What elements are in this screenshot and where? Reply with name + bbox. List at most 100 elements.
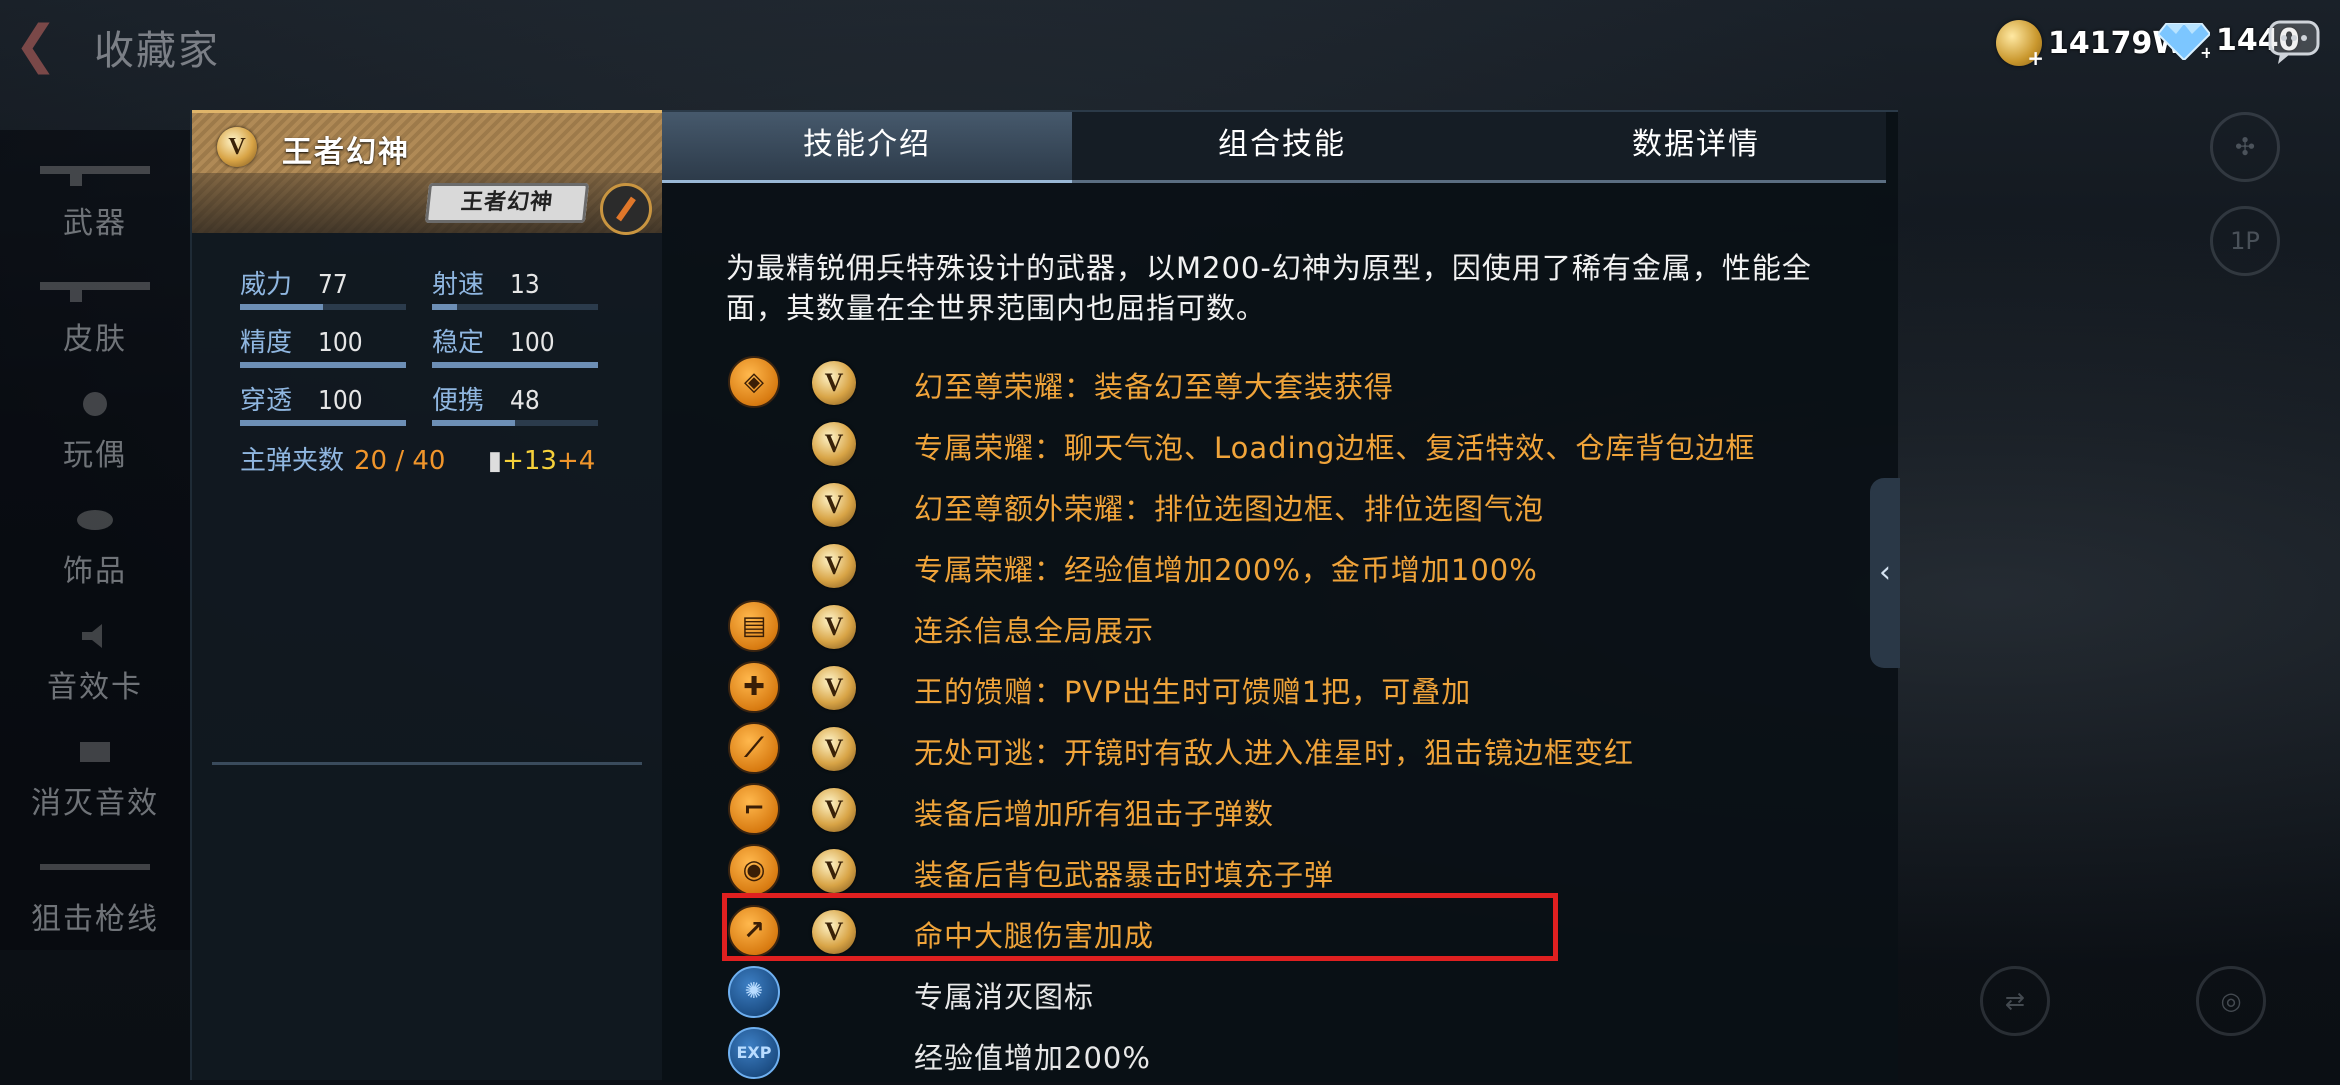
swap-icon[interactable]: ⇄ (1980, 966, 2050, 1036)
sidebar-item-skin[interactable]: 皮肤 (0, 256, 190, 366)
weapon-name: 王者幻神 (282, 135, 410, 170)
stat-pierce: 穿透 100 (240, 380, 406, 426)
stat-bar (432, 420, 598, 426)
ammo-bonus: +4 (556, 446, 596, 476)
sidebar-item-doll[interactable]: 玩偶 (0, 372, 190, 482)
stat-accuracy: 精度 100 (240, 322, 406, 368)
scope-icon: ⟋ (728, 722, 780, 774)
killfeed-icon: ▤ (728, 600, 780, 652)
sidebar-item-sound-card[interactable]: 音效卡 (0, 604, 190, 714)
page-title: 收藏家 (94, 28, 220, 74)
stat-stability: 稳定 100 (432, 322, 598, 368)
gift-icon: ✚ (728, 661, 780, 713)
ammo-count: 20 / 40 (354, 446, 446, 476)
v-rank-badge-icon (812, 849, 856, 893)
ammo-info: 主弹夹数 20 / 40 ▮+13+4 (240, 446, 596, 476)
skill-row: ◈ 幻至尊荣耀：装备幻至尊大套装获得 (728, 356, 1828, 414)
sidebar-item-label: 武器 (63, 206, 127, 241)
stat-bar (432, 362, 598, 368)
stat-bar (240, 304, 406, 310)
v-rank-badge-icon (812, 483, 856, 527)
bullet-icon: ▮ (487, 446, 503, 476)
speaker-icon (82, 624, 102, 648)
sidebar-item-label: 消灭音效 (31, 786, 159, 821)
sidebar-item-kill-sound[interactable]: 消灭音效 (0, 720, 190, 830)
skill-row: 幻至尊额外荣耀：排位选图边框、排位选图气泡 (728, 478, 1828, 536)
diamond-emblem-icon: ◈ (728, 356, 780, 408)
v-rank-badge-icon (812, 727, 856, 771)
skill-text: 幻至尊荣耀：装备幻至尊大套装获得 (914, 370, 1395, 404)
sidebar-item-accessory[interactable]: 饰品 (0, 488, 190, 598)
v-rank-badge-icon (812, 605, 856, 649)
weapon-mark-icon (600, 183, 652, 235)
bullet-refill-icon: ◉ (728, 844, 780, 896)
skill-row: ▤ 连杀信息全局展示 (728, 600, 1828, 658)
sidebar-item-label: 狙击枪线 (31, 902, 159, 937)
v-rank-badge-icon (812, 788, 856, 832)
player-view-button[interactable]: 1P (2210, 206, 2280, 276)
tab-skill-intro[interactable]: 技能介绍 (662, 112, 1072, 183)
v-rank-badge-icon (217, 127, 257, 167)
skill-text: 无处可逃：开镜时有敌人进入准星时，狙击镜边框变红 (914, 736, 1635, 770)
skill-row: ✺ 专属消灭图标 (728, 966, 1828, 1024)
pistol-icon: ⌐ (728, 783, 780, 835)
sidebar-item-label: 饰品 (63, 554, 127, 589)
sniper-icon (40, 864, 150, 870)
kill-mark-icon: ✺ (728, 966, 780, 1018)
top-bar: ❮ 收藏家 14179W + 1440 (0, 0, 2340, 95)
sidebar-item-label: 皮肤 (63, 322, 127, 357)
weapon-logo: 王者幻神 (424, 183, 590, 223)
stat-rate: 射速 13 (432, 264, 598, 310)
collapse-panel-button[interactable]: ‹ (1870, 478, 1900, 668)
skill-row: ✚ 王的馈赠：PVP出生时可馈赠1把，可叠加 (728, 661, 1828, 719)
chat-bubble-icon[interactable] (2266, 18, 2322, 64)
accessory-icon (77, 510, 113, 530)
skill-text: 装备后增加所有狙击子弹数 (914, 797, 1275, 831)
diamond-icon: + (2158, 23, 2210, 60)
sidebar-item-weapon[interactable]: 武器 (0, 140, 190, 250)
back-arrow-icon[interactable]: ❮ (14, 19, 64, 71)
settings-icon[interactable]: ✣ (2210, 112, 2280, 182)
weapon-card: 王者幻神 王者幻神 威力77 射速13 精度100 稳定100 穿透100 便携… (190, 110, 662, 1080)
skill-row: 专属荣耀：聊天气泡、Loading边框、复活特效、仓库背包边框 (728, 417, 1828, 475)
v-rank-badge-icon (812, 666, 856, 710)
sidebar-item-label: 玩偶 (63, 438, 127, 473)
stat-power: 威力 77 (240, 264, 406, 310)
skill-row: EXP 经验值增加200% (728, 1027, 1828, 1085)
stat-bar (240, 420, 406, 426)
skill-row: ⌐ 装备后增加所有狙击子弹数 (728, 783, 1828, 841)
skill-row: ⟋ 无处可逃：开镜时有敌人进入准星时，狙击镜边框变红 (728, 722, 1828, 780)
tab-combo-skill[interactable]: 组合技能 (1076, 112, 1488, 180)
stat-mobility: 便携 48 (432, 380, 598, 426)
highlight-box (722, 893, 1558, 961)
rifle-icon (40, 166, 150, 186)
v-rank-badge-icon (812, 544, 856, 588)
v-rank-badge-icon (812, 361, 856, 405)
sidebar-item-sniper-line[interactable]: 狙击枪线 (0, 836, 190, 946)
svg-text:+: + (2200, 43, 2210, 60)
divider (212, 762, 642, 765)
skill-row: 专属荣耀：经验值增加200%，金币增加100% (728, 539, 1828, 597)
gold-coin-icon (1996, 20, 2044, 70)
v-rank-badge-icon (812, 422, 856, 466)
exp-icon: EXP (728, 1027, 780, 1079)
skill-text: 幻至尊额外荣耀：排位选图边框、排位选图气泡 (914, 492, 1545, 526)
weapon-card-header: 王者幻神 王者幻神 (192, 110, 662, 235)
eye-icon[interactable]: ◎ (2196, 966, 2266, 1036)
skill-text: 装备后背包武器暴击时填充子弹 (914, 858, 1335, 892)
weapon-description: 为最精锐佣兵特殊设计的武器，以M200-幻神为原型，因使用了稀有金属，性能全面，… (726, 251, 1812, 325)
doll-icon (83, 392, 107, 416)
sidebar-item-label: 音效卡 (47, 670, 143, 705)
ammo-bonus: +13 (502, 446, 557, 476)
skill-text: 专属消灭图标 (914, 980, 1095, 1014)
category-sidebar: 武器 皮肤 玩偶 饰品 音效卡 消灭音效 狙击枪线 (0, 130, 190, 950)
skill-text: 经验值增加200% (914, 1041, 1151, 1075)
skill-text: 连杀信息全局展示 (914, 614, 1155, 648)
stat-bar (240, 362, 406, 368)
kill-sound-icon (80, 742, 110, 762)
skill-text: 专属荣耀：经验值增加200%，金币增加100% (914, 553, 1538, 587)
rifle-icon (40, 282, 150, 302)
skill-text: 专属荣耀：聊天气泡、Loading边框、复活特效、仓库背包边框 (914, 431, 1756, 465)
skill-text: 王的馈赠：PVP出生时可馈赠1把，可叠加 (914, 675, 1472, 709)
tab-data-details[interactable]: 数据详情 (1490, 112, 1902, 180)
